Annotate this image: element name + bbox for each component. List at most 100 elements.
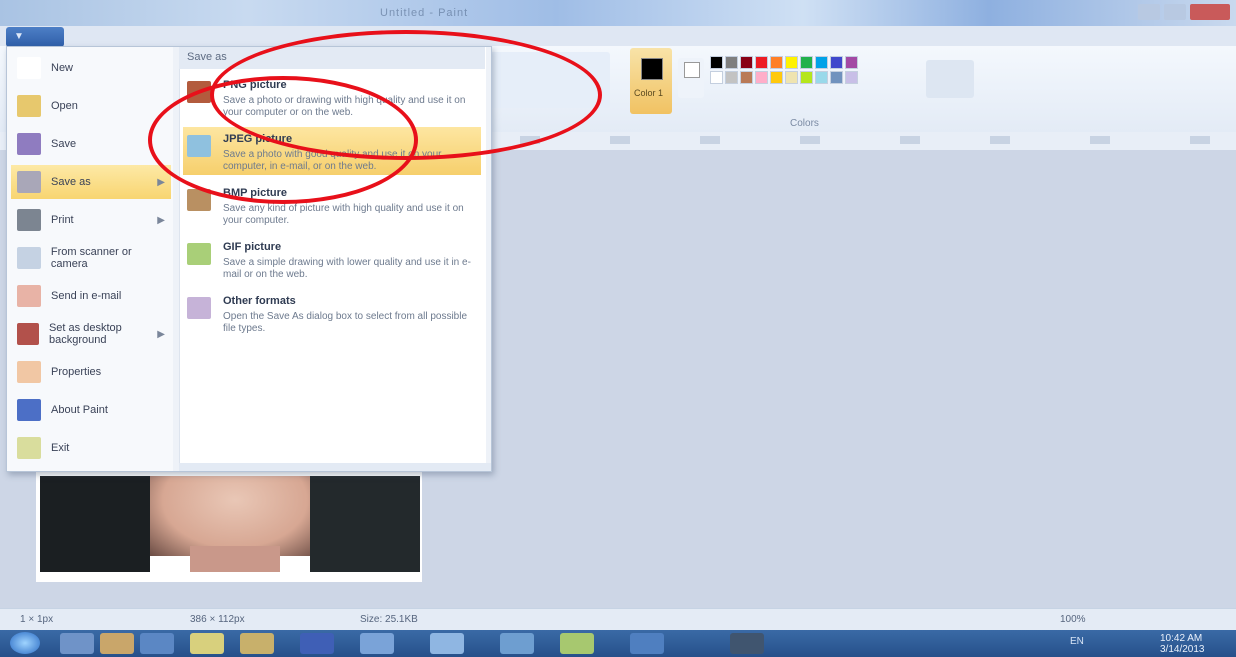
color1-label: Color 1 <box>634 88 664 98</box>
close-button[interactable] <box>1190 4 1230 20</box>
palette-color-swatch[interactable] <box>785 71 798 84</box>
palette-color-swatch[interactable] <box>770 71 783 84</box>
save-as-option-title: GIF picture <box>223 241 282 253</box>
menu-item-label: About Paint <box>51 404 108 416</box>
menu-item-save-as[interactable]: Save as ▶ <box>11 165 171 199</box>
palette-color-swatch[interactable] <box>830 56 843 69</box>
menu-item-print[interactable]: Print ▶ <box>11 203 171 237</box>
printer-icon <box>17 209 41 231</box>
palette-color-swatch[interactable] <box>815 56 828 69</box>
colors-group-label: Colors <box>790 118 819 129</box>
palette-color-swatch[interactable] <box>725 71 738 84</box>
minimize-button[interactable] <box>1138 4 1160 20</box>
palette-color-swatch[interactable] <box>815 71 828 84</box>
palette-color-swatch[interactable] <box>800 71 813 84</box>
menu-footer <box>179 463 491 471</box>
tray-language[interactable]: EN <box>1070 636 1084 647</box>
properties-icon <box>17 361 41 383</box>
color-palette <box>710 56 858 86</box>
gif-icon <box>187 243 211 265</box>
title-bar: Untitled - Paint <box>0 0 1236 26</box>
paint-app-menu-button[interactable]: ▼ <box>6 27 64 47</box>
menu-item-new[interactable]: New <box>11 51 171 85</box>
submenu-arrow-icon: ▶ <box>157 328 165 340</box>
photo-hair-left <box>40 476 150 572</box>
submenu-arrow-icon: ▶ <box>157 176 165 188</box>
taskbar-app-button[interactable] <box>630 633 664 654</box>
other-formats-icon <box>187 297 211 319</box>
menu-item-label: Properties <box>51 366 102 378</box>
photo-face <box>150 476 320 556</box>
file-size: Size: 25.1KB <box>360 614 418 625</box>
menu-item-exit[interactable]: Exit <box>11 431 171 465</box>
menu-item-label: Set as desktop background <box>48 322 122 346</box>
clock[interactable]: 10:42 AM 3/14/2013 <box>1160 633 1205 655</box>
menu-item-label: Exit <box>51 442 70 454</box>
taskbar-app-button[interactable] <box>360 633 394 654</box>
menu-item-properties[interactable]: Properties <box>11 355 171 389</box>
email-icon <box>17 285 41 307</box>
taskbar-app-button[interactable] <box>60 633 94 654</box>
menu-item-send-in-e-mail[interactable]: Send in e-mail <box>11 279 171 313</box>
about-icon <box>17 399 41 421</box>
palette-color-swatch[interactable] <box>710 71 723 84</box>
start-button[interactable] <box>10 632 40 654</box>
palette-color-swatch[interactable] <box>830 71 843 84</box>
palette-color-swatch[interactable] <box>800 56 813 69</box>
menu-item-save[interactable]: Save <box>11 127 171 161</box>
menu-item-from-scanner-or-camera[interactable]: From scanner or camera <box>11 241 171 275</box>
maximize-button[interactable] <box>1164 4 1186 20</box>
menu-item-label: Save as <box>51 176 91 188</box>
color1-swatch <box>641 58 663 80</box>
taskbar-app-button[interactable] <box>100 633 134 654</box>
palette-color-swatch[interactable] <box>755 56 768 69</box>
selection-size: 386 × 112px <box>190 614 245 625</box>
pasted-photo[interactable] <box>40 476 420 572</box>
palette-color-swatch[interactable] <box>845 71 858 84</box>
palette-color-swatch[interactable] <box>740 56 753 69</box>
taskbar-app-button[interactable] <box>300 633 334 654</box>
taskbar-app-button[interactable] <box>730 633 764 654</box>
palette-color-swatch[interactable] <box>740 71 753 84</box>
menu-item-about-paint[interactable]: About Paint <box>11 393 171 427</box>
taskbar: EN 10:42 AM 3/14/2013 <box>0 630 1236 657</box>
scanner-icon <box>17 247 41 269</box>
color2-button[interactable] <box>678 58 704 98</box>
save-as-option-gif-picture[interactable]: GIF picture Save a simple drawing with lo… <box>183 235 481 283</box>
palette-color-swatch[interactable] <box>785 56 798 69</box>
photo-hair-right <box>310 476 420 572</box>
palette-row <box>710 71 858 84</box>
save-as-option-other-formats[interactable]: Other formats Open the Save As dialog box… <box>183 289 481 337</box>
taskbar-app-button[interactable] <box>190 633 224 654</box>
save-as-option-description: Open the Save As dialog box to select fr… <box>223 311 468 334</box>
taskbar-app-button[interactable] <box>140 633 174 654</box>
taskbar-app-button[interactable] <box>430 633 464 654</box>
palette-color-swatch[interactable] <box>770 56 783 69</box>
menu-item-label: Open <box>51 100 78 112</box>
menu-item-label: Print <box>51 214 74 226</box>
save-as-option-description: Save a simple drawing with lower quality… <box>223 257 471 280</box>
taskbar-app-button[interactable] <box>560 633 594 654</box>
taskbar-app-button[interactable] <box>240 633 274 654</box>
palette-color-swatch[interactable] <box>710 56 723 69</box>
menu-item-label: Send in e-mail <box>51 290 122 302</box>
edit-colors-button[interactable] <box>926 60 974 98</box>
color1-button[interactable]: Color 1 <box>630 48 672 114</box>
new-file-icon <box>17 57 41 79</box>
palette-color-swatch[interactable] <box>725 56 738 69</box>
palette-color-swatch[interactable] <box>755 71 768 84</box>
color2-swatch <box>684 62 700 78</box>
save-as-icon <box>17 171 41 193</box>
status-bar: 1 × 1px 386 × 112px Size: 25.1KB 100% <box>0 608 1236 631</box>
menu-item-label: From scanner or camera <box>50 246 132 270</box>
menu-item-set-as-desktop-background[interactable]: Set as desktop background ▶ <box>11 317 171 351</box>
submenu-arrow-icon: ▶ <box>157 214 165 226</box>
save-as-option-title: Other formats <box>223 295 296 307</box>
taskbar-app-button[interactable] <box>500 633 534 654</box>
palette-color-swatch[interactable] <box>845 56 858 69</box>
photo-neck <box>190 546 280 572</box>
zoom-level: 100% <box>1060 614 1086 625</box>
clock-time: 10:42 AM <box>1160 633 1203 644</box>
menu-item-label: New <box>51 62 74 74</box>
menu-item-open[interactable]: Open <box>11 89 171 123</box>
